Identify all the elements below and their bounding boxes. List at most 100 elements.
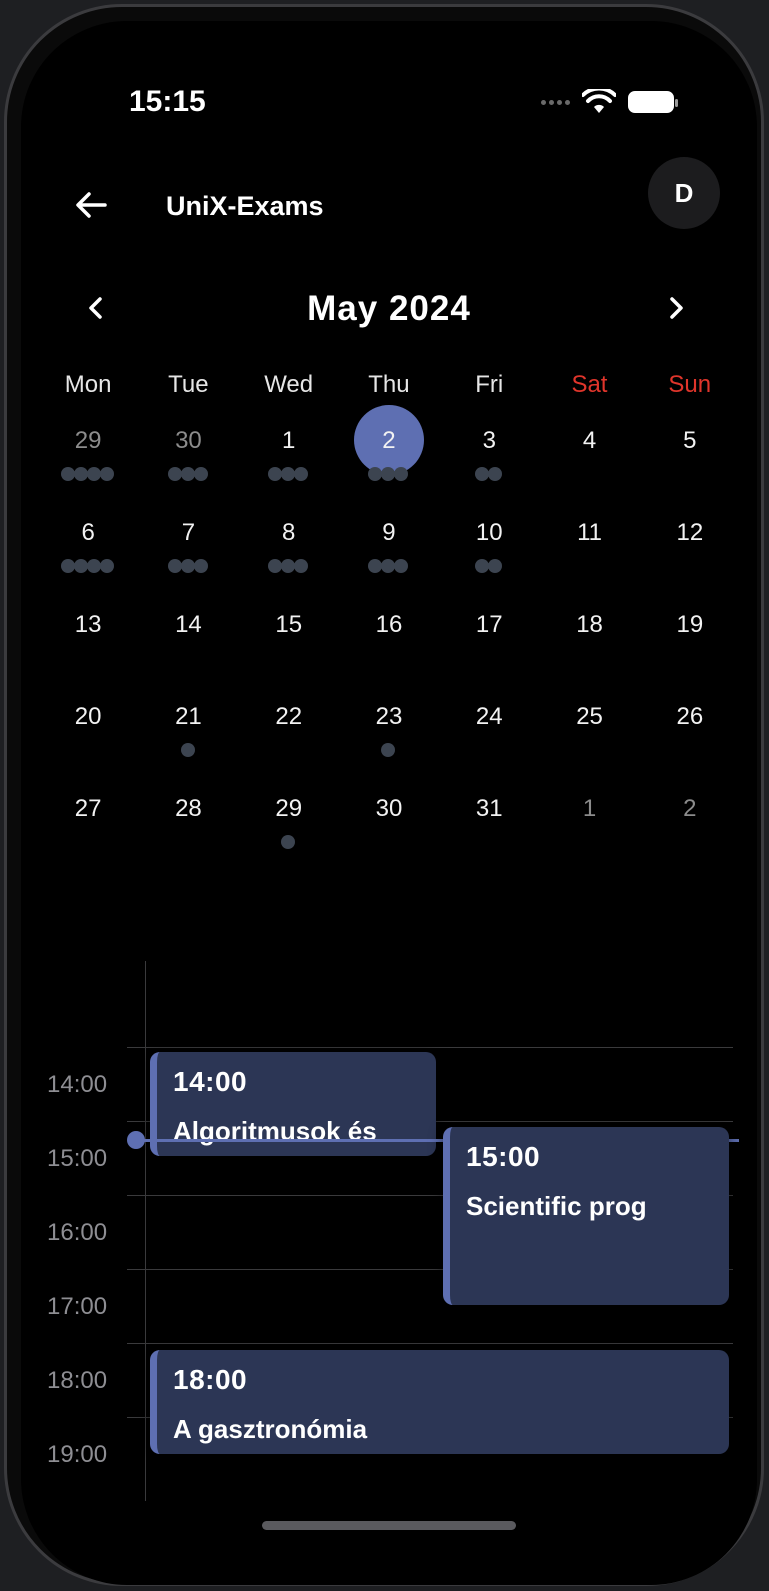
calendar-day[interactable]: 23 <box>339 687 439 779</box>
current-time-indicator <box>127 1131 145 1149</box>
calendar-day-number: 24 <box>475 703 503 730</box>
calendar-day-number: 28 <box>175 795 202 822</box>
event-dot <box>268 559 283 573</box>
calendar-day[interactable]: 4 <box>539 411 639 503</box>
calendar-day[interactable]: 2 <box>640 779 740 871</box>
calendar-day-number: 30 <box>375 795 403 822</box>
calendar-day[interactable]: 31 <box>439 779 539 871</box>
calendar-day[interactable]: 29 <box>239 779 339 871</box>
calendar-day[interactable]: 1 <box>539 779 639 871</box>
calendar-day-number: 1 <box>282 427 296 454</box>
weekday-label: Mon <box>64 371 112 398</box>
calendar-day-selected[interactable]: 2 <box>339 405 439 503</box>
calendar-day[interactable]: 29 <box>38 411 138 503</box>
calendar-day-number: 25 <box>576 703 603 730</box>
calendar-day[interactable]: 19 <box>640 595 740 687</box>
calendar-day-number: 16 <box>375 611 403 638</box>
calendar-day[interactable]: 12 <box>640 503 740 595</box>
calendar-day-number: 5 <box>683 427 697 454</box>
calendar-day[interactable]: 3 <box>439 411 539 503</box>
event-dot <box>180 467 195 481</box>
calendar-day-number: 22 <box>275 703 303 730</box>
calendar-day-number: 2 <box>382 427 396 454</box>
event-indicator-dots <box>239 467 339 481</box>
event-dot <box>294 559 309 573</box>
calendar-day[interactable]: 11 <box>539 503 639 595</box>
calendar-day[interactable]: 1 <box>239 411 339 503</box>
calendar-day-number: 14 <box>175 611 202 638</box>
calendar-day[interactable]: 27 <box>38 779 138 871</box>
page-title: UniX-Exams <box>166 191 324 221</box>
event-indicator-dots <box>339 467 439 481</box>
calendar-day[interactable]: 15 <box>239 595 339 687</box>
month-title: May 2024 <box>307 289 471 328</box>
event-time: 14:00 <box>173 1066 248 1097</box>
event-card[interactable]: 18:00 A gasztronómia <box>150 1350 729 1454</box>
calendar-day-number: 18 <box>576 611 603 638</box>
chevron-right-icon[interactable] <box>661 293 691 323</box>
hour-label: 18:00 <box>47 1367 108 1394</box>
calendar-day[interactable]: 7 <box>138 503 238 595</box>
hour-divider <box>127 1343 733 1344</box>
event-dot <box>61 559 76 573</box>
calendar-day-number: 1 <box>582 795 597 822</box>
calendar-day-number: 17 <box>475 611 503 638</box>
calendar-day[interactable]: 5 <box>640 411 740 503</box>
app-screen: 15:15 UniX-Exams D May 2024 Mon Tue Wed <box>21 21 757 1585</box>
weekday-label: Wed <box>264 371 314 398</box>
event-dot <box>87 467 102 481</box>
calendar-day[interactable]: 18 <box>539 595 639 687</box>
calendar-day-number: 6 <box>81 519 95 546</box>
status-icons <box>541 89 678 115</box>
event-dot <box>268 467 283 481</box>
event-indicator-dots <box>339 743 439 757</box>
hour-label: 15:00 <box>47 1145 108 1172</box>
calendar-day-number: 8 <box>282 519 296 546</box>
calendar-day[interactable]: 26 <box>640 687 740 779</box>
calendar-day[interactable]: 9 <box>339 503 439 595</box>
calendar-day[interactable]: 24 <box>439 687 539 779</box>
calendar-day[interactable]: 13 <box>38 595 138 687</box>
phone-frame: 15:15 UniX-Exams D May 2024 Mon Tue Wed <box>4 4 764 1586</box>
calendar-day-number: 29 <box>275 795 303 822</box>
event-card[interactable]: 15:00 Scientific prog <box>443 1127 729 1305</box>
calendar-day[interactable]: 25 <box>539 687 639 779</box>
calendar-day[interactable]: 30 <box>138 411 238 503</box>
event-indicator-dots <box>138 467 238 481</box>
calendar-day-number: 13 <box>74 611 102 638</box>
day-timeline: 14:00 15:00 16:00 17:00 18:00 19:00 14:0… <box>21 961 757 1521</box>
hour-label: 17:00 <box>47 1293 108 1320</box>
event-dot <box>87 559 102 573</box>
avatar[interactable]: D <box>648 157 720 229</box>
calendar-day[interactable]: 17 <box>439 595 539 687</box>
calendar-day[interactable]: 22 <box>239 687 339 779</box>
event-dot <box>475 559 490 573</box>
event-indicator-dots <box>138 743 238 757</box>
calendar-day[interactable]: 8 <box>239 503 339 595</box>
calendar-day[interactable]: 16 <box>339 595 439 687</box>
calendar-day[interactable]: 20 <box>38 687 138 779</box>
calendar-day-number: 29 <box>74 427 102 454</box>
calendar-day[interactable]: 28 <box>138 779 238 871</box>
event-dot <box>74 467 89 481</box>
hour-label: 16:00 <box>47 1219 108 1246</box>
calendar-day[interactable]: 6 <box>38 503 138 595</box>
calendar-day-number: 3 <box>482 427 496 454</box>
weekday-label: Tue <box>168 371 209 398</box>
arrow-left-icon[interactable] <box>71 185 111 225</box>
timeline-axis <box>145 961 146 1501</box>
event-indicator-dots <box>38 559 138 573</box>
event-indicator-dots <box>138 559 238 573</box>
calendar-day-number: 20 <box>74 703 102 730</box>
event-dot <box>488 467 503 481</box>
wifi-icon <box>582 89 616 113</box>
event-dot <box>394 467 409 481</box>
event-dot <box>488 559 503 573</box>
weekday-label: Thu <box>368 371 410 398</box>
event-indicator-dots <box>439 559 539 573</box>
event-indicator-dots <box>439 467 539 481</box>
calendar-day[interactable]: 10 <box>439 503 539 595</box>
calendar-day[interactable]: 30 <box>339 779 439 871</box>
calendar-day[interactable]: 14 <box>138 595 238 687</box>
calendar-day[interactable]: 21 <box>138 687 238 779</box>
